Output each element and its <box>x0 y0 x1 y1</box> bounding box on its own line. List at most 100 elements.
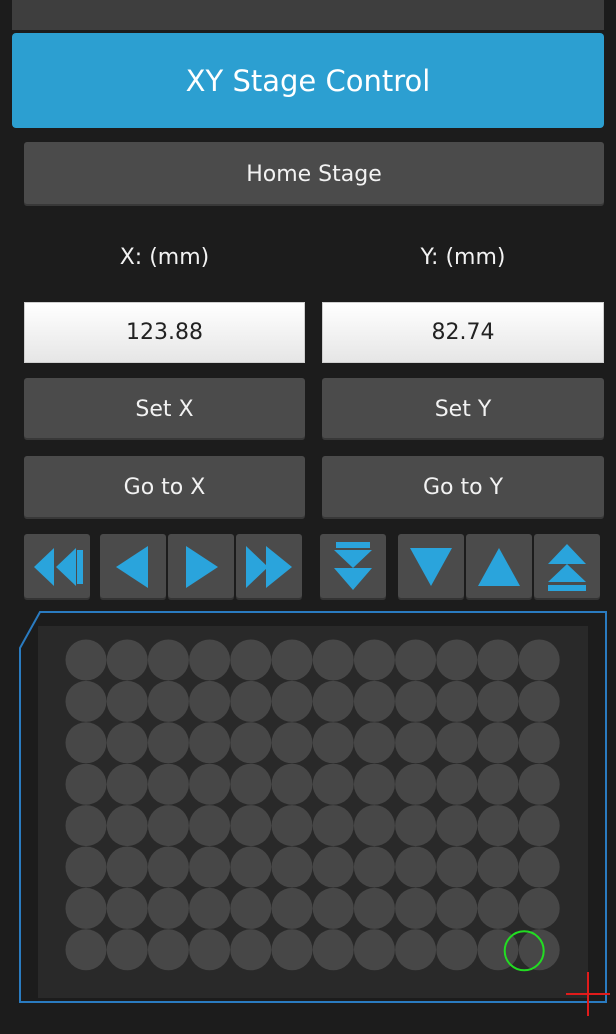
set-x-button[interactable]: Set X <box>24 378 305 440</box>
jog-y-fast-down-button[interactable] <box>320 534 386 600</box>
well[interactable] <box>353 929 395 971</box>
well[interactable] <box>312 680 354 722</box>
well[interactable] <box>518 763 560 805</box>
well[interactable] <box>353 639 395 681</box>
well[interactable] <box>65 680 107 722</box>
y-position-input[interactable] <box>322 302 604 363</box>
well[interactable] <box>189 639 231 681</box>
well[interactable] <box>436 680 478 722</box>
well[interactable] <box>518 805 560 847</box>
well[interactable] <box>271 846 313 888</box>
jog-y-up-button[interactable] <box>466 534 532 600</box>
well[interactable] <box>477 722 519 764</box>
well[interactable] <box>65 763 107 805</box>
well[interactable] <box>518 639 560 681</box>
jog-x-right-button[interactable] <box>168 534 234 600</box>
well[interactable] <box>65 846 107 888</box>
well[interactable] <box>106 846 148 888</box>
well[interactable] <box>147 763 189 805</box>
well[interactable] <box>312 929 354 971</box>
well[interactable] <box>353 887 395 929</box>
well[interactable] <box>518 846 560 888</box>
well[interactable] <box>230 763 272 805</box>
well[interactable] <box>518 887 560 929</box>
well[interactable] <box>477 846 519 888</box>
well[interactable] <box>189 929 231 971</box>
well[interactable] <box>477 680 519 722</box>
well[interactable] <box>106 887 148 929</box>
well[interactable] <box>477 639 519 681</box>
well[interactable] <box>147 805 189 847</box>
well[interactable] <box>271 639 313 681</box>
well-plate-map[interactable] <box>0 600 616 1034</box>
well[interactable] <box>147 639 189 681</box>
well[interactable] <box>147 846 189 888</box>
well[interactable] <box>106 929 148 971</box>
well[interactable] <box>395 846 437 888</box>
well[interactable] <box>518 680 560 722</box>
go-to-x-button[interactable]: Go to X <box>24 456 305 519</box>
well[interactable] <box>65 805 107 847</box>
well[interactable] <box>312 887 354 929</box>
jog-y-fast-up-button[interactable] <box>534 534 600 600</box>
well[interactable] <box>189 680 231 722</box>
well[interactable] <box>436 929 478 971</box>
well[interactable] <box>395 680 437 722</box>
well[interactable] <box>353 722 395 764</box>
well[interactable] <box>230 805 272 847</box>
well[interactable] <box>65 929 107 971</box>
well[interactable] <box>436 846 478 888</box>
well[interactable] <box>312 763 354 805</box>
set-y-button[interactable]: Set Y <box>322 378 604 440</box>
well[interactable] <box>65 887 107 929</box>
well[interactable] <box>353 763 395 805</box>
well[interactable] <box>147 722 189 764</box>
well[interactable] <box>65 722 107 764</box>
jog-x-left-button[interactable] <box>100 534 166 600</box>
well[interactable] <box>106 639 148 681</box>
well[interactable] <box>312 846 354 888</box>
well[interactable] <box>436 887 478 929</box>
well[interactable] <box>106 722 148 764</box>
well[interactable] <box>230 680 272 722</box>
well[interactable] <box>395 929 437 971</box>
well[interactable] <box>436 763 478 805</box>
well[interactable] <box>271 680 313 722</box>
home-stage-button[interactable]: Home Stage <box>24 142 604 206</box>
well[interactable] <box>477 763 519 805</box>
well[interactable] <box>436 722 478 764</box>
well[interactable] <box>189 722 231 764</box>
well[interactable] <box>353 805 395 847</box>
well[interactable] <box>271 929 313 971</box>
well[interactable] <box>271 763 313 805</box>
well[interactable] <box>271 722 313 764</box>
well[interactable] <box>189 805 231 847</box>
well[interactable] <box>477 887 519 929</box>
well[interactable] <box>477 805 519 847</box>
well[interactable] <box>395 887 437 929</box>
x-position-input[interactable] <box>24 302 305 363</box>
well[interactable] <box>147 929 189 971</box>
well[interactable] <box>312 639 354 681</box>
well[interactable] <box>395 805 437 847</box>
well[interactable] <box>189 887 231 929</box>
well[interactable] <box>230 887 272 929</box>
well[interactable] <box>230 929 272 971</box>
well[interactable] <box>312 805 354 847</box>
well[interactable] <box>353 680 395 722</box>
well[interactable] <box>189 763 231 805</box>
jog-x-fast-right-button[interactable] <box>236 534 302 600</box>
well[interactable] <box>230 639 272 681</box>
well[interactable] <box>106 805 148 847</box>
well-plate-view[interactable] <box>0 600 616 1034</box>
well[interactable] <box>106 763 148 805</box>
well[interactable] <box>395 639 437 681</box>
well[interactable] <box>353 846 395 888</box>
well[interactable] <box>312 722 354 764</box>
well[interactable] <box>147 680 189 722</box>
well[interactable] <box>230 846 272 888</box>
well[interactable] <box>436 805 478 847</box>
well[interactable] <box>189 846 231 888</box>
well[interactable] <box>395 722 437 764</box>
well[interactable] <box>65 639 107 681</box>
